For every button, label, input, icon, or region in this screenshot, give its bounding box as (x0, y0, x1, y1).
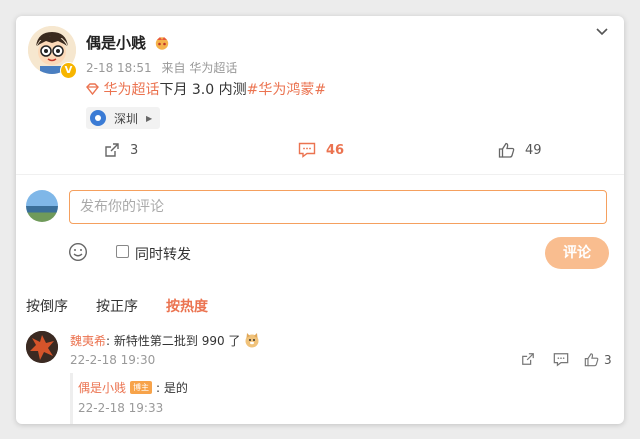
sort-newest-tab[interactable]: 按倒序 (26, 296, 68, 316)
divider (16, 174, 624, 175)
comment-input[interactable] (69, 190, 607, 224)
source-prefix: 来自 (161, 61, 186, 75)
sort-hot-tab[interactable]: 按热度 (166, 296, 208, 316)
emoji-icon[interactable] (68, 242, 88, 262)
reply-time: 22-2-18 19:33 (78, 401, 164, 415)
vip-face-icon (156, 37, 169, 50)
comment-count: 46 (326, 142, 345, 158)
avatar-illustration (26, 331, 58, 363)
comment-icon[interactable] (553, 352, 569, 367)
location-pin-icon (90, 110, 106, 126)
verified-icon: V (60, 62, 77, 79)
commenter-name[interactable]: 魏夷希 (70, 334, 106, 348)
comment-body: 魏夷希: 新特性第二批到 990 了 (70, 332, 260, 349)
author-badge: 博主 (130, 381, 153, 394)
chevron-down-icon[interactable] (594, 24, 610, 40)
location-label: 深圳 (114, 111, 139, 126)
repost-icon[interactable] (521, 352, 535, 366)
weibo-post-card: V 偶是小贱 2-18 18:51 来自 华为超话 华为超话下月 3.0 内测#… (16, 16, 624, 424)
post-meta: 2-18 18:51 来自 华为超话 (86, 59, 237, 76)
commenter-avatar[interactable] (26, 331, 58, 363)
post-text: 下月 3.0 内测 (159, 82, 247, 98)
repost-count: 3 (130, 142, 139, 158)
like-count: 49 (525, 142, 542, 158)
reply-text: : 是的 (156, 381, 188, 395)
comment-time: 22-2-18 19:30 (70, 353, 156, 367)
author-name[interactable]: 偶是小贱 (86, 32, 170, 53)
reply-thread-line (70, 373, 73, 424)
like-icon (498, 142, 515, 158)
like-icon[interactable] (584, 352, 599, 367)
hashtag-link[interactable]: #华为鸿蒙# (247, 82, 326, 98)
comment-button[interactable]: 46 (298, 142, 344, 158)
like-button[interactable]: 49 (498, 142, 542, 158)
post-source[interactable]: 华为超话 (189, 61, 237, 75)
repost-icon (105, 143, 119, 157)
reply-author-name[interactable]: 偶是小贱 (78, 379, 126, 396)
chevron-right-icon: ▶ (146, 113, 153, 123)
submit-comment-button[interactable]: 评论 (545, 237, 609, 269)
supertopic-link[interactable]: 华为超话 (103, 82, 159, 98)
post-time[interactable]: 2-18 18:51 (86, 61, 152, 75)
comment-text: : 新特性第二批到 990 了 (106, 334, 241, 348)
doge-emoji-icon (245, 333, 259, 348)
repost-button[interactable]: 3 (104, 142, 138, 158)
current-user-avatar[interactable] (26, 190, 58, 222)
post-content: 华为超话下月 3.0 内测#华为鸿蒙# (86, 79, 326, 99)
repost-checkbox[interactable] (116, 245, 129, 258)
comment-like-count: 3 (604, 353, 612, 367)
sort-oldest-tab[interactable]: 按正序 (96, 296, 138, 316)
repost-checkbox-label[interactable]: 同时转发 (135, 244, 191, 264)
location-tag[interactable]: 深圳 ▶ (86, 107, 161, 129)
supertopic-icon (86, 83, 99, 96)
comment-icon (298, 142, 316, 158)
reply-body: 偶是小贱 博主 : 是的 (78, 379, 188, 396)
author-name-text[interactable]: 偶是小贱 (86, 34, 146, 52)
